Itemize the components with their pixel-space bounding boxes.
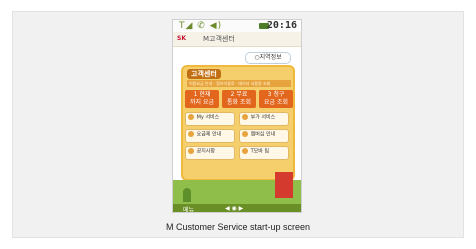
tips-icon <box>242 148 248 154</box>
quick-label: 2 무료 <box>230 91 248 98</box>
tile-label: 공지사항 <box>196 148 215 155</box>
quick-current-fee-button[interactable]: 1 현재 까지 요금 <box>185 90 219 108</box>
my-service-tile[interactable]: My 서비스 <box>185 112 235 126</box>
membership-tile[interactable]: 멤버십 안내 <box>239 129 289 143</box>
quick-billing-button[interactable]: 3 청구 요금 조회 <box>259 90 293 108</box>
tips-tile[interactable]: T모바 팁 <box>239 146 289 160</box>
quick-label: 3 청구 <box>267 91 285 98</box>
quick-sub: 통화 조회 <box>227 99 251 106</box>
menu-button[interactable]: 메뉴 <box>183 205 194 212</box>
plan-info-tile[interactable]: 요금제 안내 <box>185 129 235 143</box>
plan-icon <box>188 131 194 137</box>
quick-label: 1 현재 <box>193 91 211 98</box>
customer-center-panel: 고객센터 이용요금 안내 · 정보이용료 · 데이터 사용량 조회 1 현재 까… <box>181 65 295 181</box>
panel-subtitle: 이용요금 안내 · 정보이용료 · 데이터 사용량 조회 <box>187 80 291 87</box>
brand-logo: SK <box>177 35 186 42</box>
service-icon <box>188 114 194 120</box>
quick-free-call-button[interactable]: 2 무료 통화 조회 <box>222 90 256 108</box>
figure-caption: M Customer Service start-up screen <box>165 222 311 232</box>
nav-arrows-icon[interactable]: ◀ ◉ ▶ <box>225 205 243 212</box>
bottom-bar: 메뉴 ◀ ◉ ▶ <box>173 204 301 212</box>
signal-icon: T◢ ✆ ◀) <box>179 21 223 31</box>
tree-icon <box>183 188 191 202</box>
membership-icon <box>242 131 248 137</box>
tile-label: 부가 서비스 <box>250 114 276 121</box>
t-logo-icon <box>275 172 293 198</box>
addon-icon <box>242 114 248 120</box>
figure-frame: T◢ ✆ ◀) 20:16 SK M고객센터 ○지역정보 고객센터 이용요금 안… <box>12 11 464 238</box>
tile-label: T모바 팁 <box>250 148 270 155</box>
notice-tile[interactable]: 공지사항 <box>185 146 235 160</box>
tile-label: My 서비스 <box>196 114 220 121</box>
phone-screen: T◢ ✆ ◀) 20:16 SK M고객센터 ○지역정보 고객센터 이용요금 안… <box>172 19 302 213</box>
tile-label: 멤버십 안내 <box>250 131 276 138</box>
quick-sub: 요금 조회 <box>264 99 288 106</box>
tile-label: 요금제 안내 <box>196 131 222 138</box>
notice-icon <box>188 148 194 154</box>
status-bar: T◢ ✆ ◀) 20:16 <box>173 20 301 32</box>
brand-title: M고객센터 <box>203 35 235 43</box>
clock: 20:16 <box>266 20 297 31</box>
panel-title: 고객센터 <box>187 69 221 79</box>
region-info-button[interactable]: ○지역정보 <box>245 52 291 64</box>
quick-sub: 까지 요금 <box>190 99 214 106</box>
brand-bar: SK M고객센터 <box>173 32 301 47</box>
addon-service-tile[interactable]: 부가 서비스 <box>239 112 289 126</box>
